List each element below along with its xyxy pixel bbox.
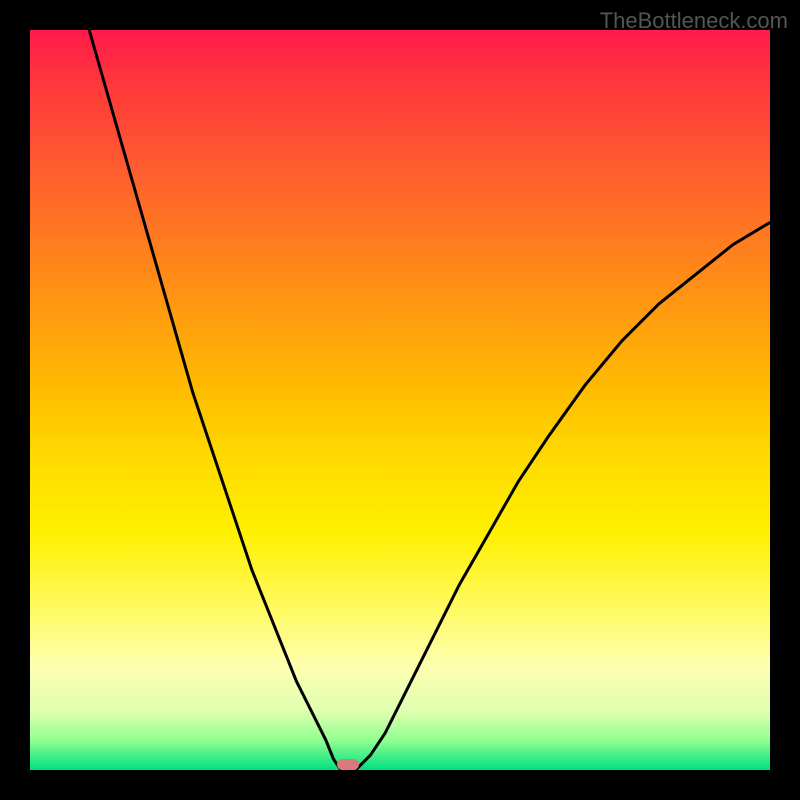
minimum-marker bbox=[337, 759, 359, 770]
plot-area bbox=[30, 30, 770, 770]
chart-container: { "watermark": "TheBottleneck.com", "col… bbox=[0, 0, 800, 800]
curve-right-branch bbox=[356, 222, 770, 770]
watermark-text: TheBottleneck.com bbox=[600, 8, 788, 34]
curve-left-branch bbox=[89, 30, 341, 770]
curve-svg bbox=[30, 30, 770, 770]
